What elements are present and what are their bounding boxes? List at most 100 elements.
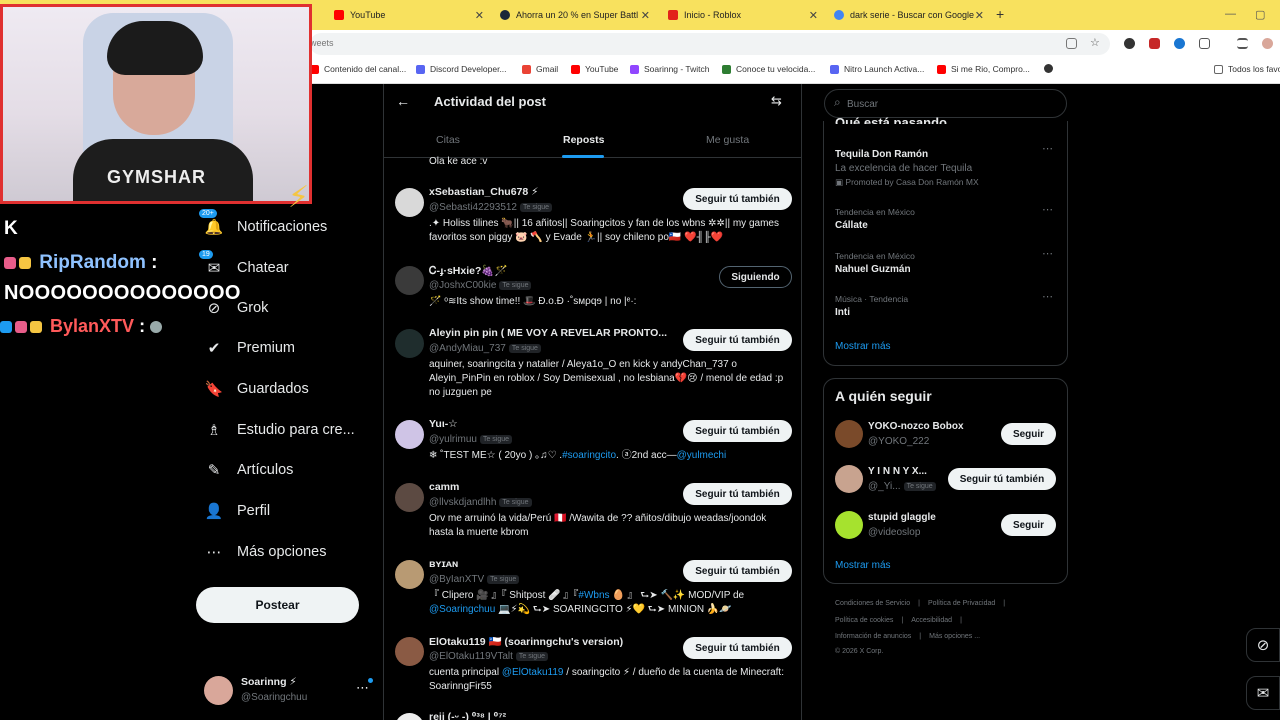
browser-tab-youtube[interactable]: YouTube ✕ (326, 4, 490, 26)
more-icon[interactable]: ⋯ (1042, 247, 1053, 260)
puzzle-icon[interactable] (1199, 38, 1210, 49)
nav-bookmarks[interactable]: 🔖 Guardados (204, 374, 309, 404)
close-icon[interactable]: ✕ (475, 9, 484, 22)
follow-back-button[interactable]: Seguir tú también (683, 637, 792, 659)
minimize-icon[interactable]: — (1225, 8, 1236, 20)
maximize-icon[interactable]: ▢ (1255, 8, 1265, 21)
extension-icon[interactable] (1124, 38, 1135, 49)
nav-premium[interactable]: ✔ Premium (204, 333, 295, 363)
nav-articles[interactable]: ✎ Artículos (204, 455, 294, 485)
trend-item[interactable]: Tendencia en México Nahuel Guzmán ⋯ (835, 248, 1055, 275)
list-item[interactable]: Ꮯ-ɟ·sHxie?🍇🪄 @JoshxC00kie Te sigue Siguie… (384, 264, 801, 316)
browser-tab-roblox[interactable]: Inicio - Roblox ✕ (660, 4, 824, 26)
hashtag-link[interactable]: #soaringcito (562, 450, 616, 461)
hashtag-link[interactable]: #Wbns (578, 590, 609, 601)
nav-chat[interactable]: ✉ 19 Chatear (198, 249, 289, 283)
show-more-suggestions-link[interactable]: Mostrar más (835, 560, 891, 571)
list-item[interactable]: Aleyin pin pin ( ME VOY A REVELAR PRONTO… (384, 327, 801, 407)
messages-icon[interactable]: ✉ (1246, 676, 1280, 710)
nav-more-options[interactable]: ⋯ Más opciones (204, 537, 327, 567)
more-icon[interactable]: ⋯ (1042, 290, 1053, 303)
browser-tab-google[interactable]: dark serie - Buscar con Google ✕ (826, 4, 990, 26)
footer-link[interactable]: Política de Privacidad (928, 600, 995, 607)
list-item[interactable]: ʙʏɪᴀɴ @ByIanXTV Te sigue Seguir tú tambié… (384, 558, 801, 624)
post-button[interactable]: Postear (196, 587, 359, 623)
bookmark-item[interactable] (1044, 64, 1058, 73)
trend-item[interactable]: Música · Tendencia Inti ⋯ (835, 291, 1055, 318)
tab-reposts[interactable]: Reposts (563, 134, 604, 146)
follow-back-button[interactable]: Seguir tú también (948, 468, 1056, 490)
bookmark-item[interactable]: Si me Rio, Compro... (937, 64, 1030, 74)
footer-link[interactable]: Política de cookies (835, 617, 893, 624)
new-tab-button[interactable]: + (996, 6, 1004, 22)
bookmark-item[interactable]: Gmail (522, 64, 558, 74)
follow-button[interactable]: Seguir (1001, 514, 1056, 536)
search-input[interactable] (847, 94, 1057, 114)
list-item[interactable]: ElOtaku119 🇨🇱 (soarinngchu's version) @E… (384, 635, 801, 701)
nav-profile[interactable]: 👤 Perfil (204, 496, 270, 526)
nav-grok[interactable]: ⊘ Grok (204, 293, 269, 323)
account-handle: @Soaringchuu (241, 692, 308, 703)
follows-you-badge: Te sigue (499, 497, 532, 507)
footer-link[interactable]: Más opciones ... (929, 633, 980, 640)
bookmark-item[interactable]: YouTube (571, 64, 618, 74)
settings-sliders-icon[interactable]: ⇆ (771, 93, 782, 109)
handle-text: @AndyMiau_737 (429, 343, 506, 354)
list-item[interactable]: Yuι-☆ @yulrimuu Te sigue Seguir tú tambié… (384, 418, 801, 470)
avatar (835, 465, 863, 493)
list-item[interactable]: camm @llvskdjandlhh Te sigue Seguir tú ta… (384, 481, 801, 545)
footer-link[interactable]: Accesibilidad (911, 617, 952, 624)
avatar (395, 420, 424, 449)
star-icon[interactable]: ☆ (1090, 36, 1101, 49)
browser-tab-steam[interactable]: Ahorra un 20 % en Super Battl ✕ (492, 4, 656, 26)
menu-icon[interactable] (1237, 38, 1248, 49)
following-button[interactable]: Siguiendo (719, 266, 792, 288)
follow-back-button[interactable]: Seguir tú también (683, 560, 792, 582)
footer-separator: | (1003, 600, 1006, 607)
more-icon[interactable]: ⋯ (1042, 142, 1053, 155)
extension-icon[interactable] (1174, 38, 1185, 49)
close-icon[interactable]: ✕ (641, 9, 650, 22)
follow-back-button[interactable]: Seguir tú también (683, 329, 792, 351)
nav-creator-studio[interactable]: ♗ Estudio para cre... (204, 415, 354, 445)
tab-quotes[interactable]: Citas (436, 134, 460, 146)
mention-link[interactable]: @yulmechi (677, 450, 727, 461)
trend-item[interactable]: Tendencia en México Cállate ⋯ (835, 204, 1055, 231)
tool-icon (0, 321, 12, 334)
grok-icon[interactable]: ⊘ (1246, 628, 1280, 662)
unread-dot (368, 678, 373, 683)
follow-back-button[interactable]: Seguir tú también (683, 188, 792, 210)
more-icon[interactable]: ⋯ (1042, 203, 1053, 216)
user-name: stupid glaggle (868, 512, 936, 523)
profile-avatar[interactable] (1262, 38, 1273, 49)
follow-back-button[interactable]: Seguir tú también (683, 420, 792, 442)
install-icon[interactable] (1066, 38, 1077, 49)
show-more-trends-link[interactable]: Mostrar más (835, 341, 891, 352)
extension-icon[interactable] (1149, 38, 1160, 49)
list-item[interactable]: xSebastian_Chu678 ⚡ @Sebasti42293512 Te s… (384, 186, 801, 252)
mention-link[interactable]: @ElOtaku119 (502, 667, 564, 678)
follow-button[interactable]: Seguir (1001, 423, 1056, 445)
account-switcher[interactable]: Soarinng ⚡ @Soaringchuu ⋯ (204, 674, 374, 708)
tab-likes[interactable]: Me gusta (706, 134, 749, 146)
bookmark-item[interactable]: Contenido del canal... (310, 64, 406, 74)
bookmark-item[interactable]: Nitro Launch Activa... (830, 64, 924, 74)
address-bar[interactable]: weets (310, 33, 1110, 55)
nav-notifications[interactable]: 🔔 20+ Notificaciones (198, 208, 327, 242)
close-icon[interactable]: ✕ (809, 9, 818, 22)
all-bookmarks[interactable]: Todos los favo (1214, 64, 1280, 74)
back-arrow-icon[interactable]: ← (396, 93, 410, 109)
list-item[interactable]: reii (-ᵕ -) ⁰³⁸ | ⁰⁷² (384, 711, 801, 720)
close-icon[interactable]: ✕ (975, 9, 984, 22)
bookmark-item[interactable]: Discord Developer... (416, 64, 507, 74)
footer-link[interactable]: Información de anuncios (835, 633, 911, 640)
follow-back-button[interactable]: Seguir tú también (683, 483, 792, 505)
footer-link[interactable]: Condiciones de Servicio (835, 600, 910, 607)
trend-title: Cállate (835, 220, 868, 231)
mention-link[interactable]: @Soaringchuu (429, 604, 495, 615)
trend-item[interactable]: Tequila Don Ramón La excelencia de hacer… (835, 143, 1055, 188)
avatar (204, 676, 233, 705)
bookmark-item[interactable]: Soarinng - Twitch (630, 64, 710, 74)
chat-username: RipRandom (39, 252, 146, 273)
bookmark-item[interactable]: Conoce tu velocida... (722, 64, 815, 74)
